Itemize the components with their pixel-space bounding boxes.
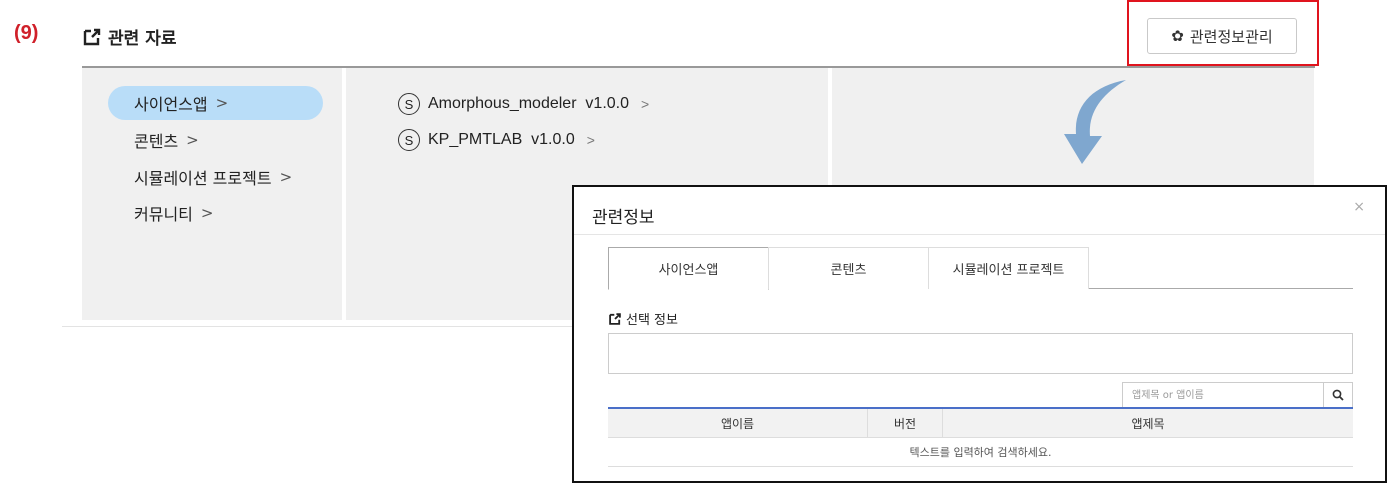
panel-bottom-border (62, 326, 574, 327)
tab-contents[interactable]: 콘텐츠 (768, 247, 929, 289)
external-link-icon (83, 28, 101, 45)
search-input[interactable] (1123, 383, 1323, 407)
external-link-icon (609, 312, 621, 325)
chevron-right-icon: > (641, 96, 650, 112)
chevron-right-icon: > (279, 168, 293, 186)
modal-tabs: 사이언스앱 콘텐츠 시뮬레이션 프로젝트 (608, 247, 1353, 290)
chevron-right-icon: > (186, 131, 199, 149)
modal-title: 관련정보 (592, 208, 655, 228)
category-label: 사이언스앱 (134, 95, 208, 114)
app-item-kp-pmtlab[interactable]: S KP_PMTLAB v1.0.0 > (398, 129, 595, 151)
step-number: (9) (14, 22, 39, 44)
column-header: 앱제목 (1131, 416, 1165, 431)
section-header: 관련 자료 (82, 24, 176, 49)
column-header: 버전 (868, 409, 943, 437)
search-button[interactable] (1323, 383, 1352, 407)
manage-button-label: 관련정보관리 (1189, 27, 1273, 46)
app-label: Amorphous_modeler v1.0.0 (428, 95, 629, 112)
app-item-amorphous-modeler[interactable]: S Amorphous_modeler v1.0.0 > (398, 93, 649, 115)
category-label: 커뮤니티 (134, 205, 193, 224)
selection-header: 선택 정보 (608, 309, 678, 328)
selection-title: 선택 정보 (626, 313, 678, 328)
category-item-simulation-project[interactable]: 시뮬레이션 프로젝트 > (108, 160, 323, 194)
selection-box (608, 333, 1353, 374)
chevron-right-icon: > (215, 94, 229, 112)
stage: (9) 관련 자료 ✿ 관련정보관리 사이언스앱 > 콘텐츠 > 시뮬레이션 프… (0, 0, 1388, 484)
category-label: 콘텐츠 (134, 132, 179, 151)
chevron-right-icon: > (586, 132, 595, 148)
category-item-scienceapp[interactable]: 사이언스앱 > (108, 86, 323, 120)
gear-icon: ✿ (1171, 27, 1184, 45)
related-info-modal: 관련정보 × 사이언스앱 콘텐츠 시뮬레이션 프로젝트 선택 정보 앱제목 or… (572, 185, 1387, 483)
chevron-right-icon: > (200, 204, 214, 222)
scienceapp-icon: S (398, 93, 420, 115)
manage-related-info-button[interactable]: ✿ 관련정보관리 (1147, 18, 1297, 54)
tab-scienceapp[interactable]: 사이언스앱 (608, 247, 769, 290)
category-item-community[interactable]: 커뮤니티 > (108, 196, 323, 230)
category-label: 시뮬레이션 프로젝트 (134, 169, 272, 188)
empty-message: 텍스트를 입력하여 검색하세요. (608, 438, 1353, 467)
scienceapp-icon: S (398, 129, 420, 151)
search-bar (1122, 382, 1353, 408)
category-item-contents[interactable]: 콘텐츠 > (108, 123, 323, 157)
section-title: 관련 자료 (108, 29, 177, 49)
curved-arrow-icon (1064, 80, 1126, 164)
tab-simulation-project[interactable]: 시뮬레이션 프로젝트 (928, 247, 1089, 289)
search-icon (1332, 389, 1344, 401)
column-header: 앱이름 (608, 409, 868, 437)
results-table: 앱이름 버전 앱제목 텍스트를 입력하여 검색하세요. (608, 407, 1353, 467)
table-header: 앱이름 버전 앱제목 (608, 407, 1353, 438)
modal-divider (574, 234, 1385, 235)
close-icon[interactable]: × (1353, 199, 1365, 215)
app-label: KP_PMTLAB v1.0.0 (428, 131, 575, 148)
